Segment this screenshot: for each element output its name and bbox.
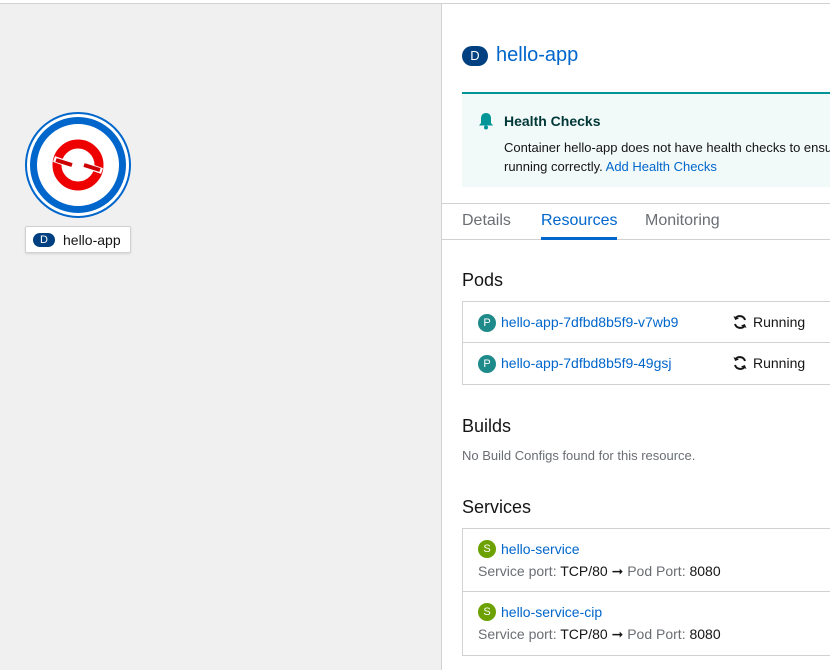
- arrow-right-icon: ➞: [611, 563, 624, 579]
- service-link[interactable]: hello-service-cip: [501, 604, 602, 620]
- tab-bar: Details Resources Monitoring: [442, 203, 830, 240]
- tab-resources[interactable]: Resources: [541, 212, 618, 240]
- services-title: Services: [462, 497, 532, 517]
- services-list: S hello-service Service port: TCP/80 ➞ P…: [462, 528, 830, 656]
- pod-status: Running: [753, 314, 806, 330]
- service-row: S hello-service Service port: TCP/80 ➞ P…: [463, 529, 830, 592]
- pod-port-label: Pod Port:: [627, 626, 686, 642]
- service-port-detail: Service port: TCP/80 ➞ Pod Port: 8080: [478, 563, 721, 580]
- deployment-badge: D: [462, 45, 488, 66]
- pod-status: Running: [753, 355, 806, 371]
- deployment-badge: D: [33, 232, 55, 247]
- sync-icon: [733, 315, 747, 329]
- pod-row: P hello-app-7dfbd8b5f9-49gsj Running: [463, 343, 830, 384]
- openshift-logo-icon: [52, 139, 104, 191]
- topology-canvas[interactable]: D hello-app: [0, 4, 441, 670]
- health-checks-alert: Health Checks Container hello-app does n…: [462, 92, 830, 187]
- pod-port-value: 8080: [689, 626, 721, 642]
- tab-details[interactable]: Details: [462, 212, 511, 240]
- service-row: S hello-service-cip Service port: TCP/80…: [463, 592, 830, 655]
- pod-row: P hello-app-7dfbd8b5f9-v7wb9 Running: [463, 302, 830, 343]
- service-port-value: TCP/80: [560, 626, 608, 642]
- service-link[interactable]: hello-service: [501, 541, 580, 557]
- service-port-detail: Service port: TCP/80 ➞ Pod Port: 8080: [478, 626, 721, 643]
- arrow-right-icon: ➞: [611, 626, 624, 642]
- alert-line-2-text: running correctly.: [504, 159, 603, 174]
- alert-body: Container hello-app does not have health…: [504, 138, 830, 176]
- alert-line-2: running correctly. Add Health Checks: [504, 157, 830, 176]
- builds-empty-text: No Build Configs found for this resource…: [462, 448, 696, 463]
- service-badge: S: [478, 603, 496, 621]
- bell-icon: [479, 113, 493, 130]
- pod-link[interactable]: hello-app-7dfbd8b5f9-49gsj: [501, 355, 671, 371]
- service-port-value: TCP/80: [560, 563, 608, 579]
- service-port-label: Service port:: [478, 626, 557, 642]
- deployment-node[interactable]: [25, 112, 131, 218]
- panel-title: D hello-app: [462, 44, 578, 67]
- pod-link[interactable]: hello-app-7dfbd8b5f9-v7wb9: [501, 314, 678, 330]
- pod-port-value: 8080: [689, 563, 721, 579]
- alert-title: Health Checks: [504, 113, 601, 129]
- tab-monitoring[interactable]: Monitoring: [645, 212, 720, 240]
- add-health-checks-link[interactable]: Add Health Checks: [606, 159, 717, 174]
- service-badge: S: [478, 540, 496, 558]
- alert-line-1: Container hello-app does not have health…: [504, 140, 830, 155]
- service-port-label: Service port:: [478, 563, 557, 579]
- node-name: hello-app: [63, 231, 121, 248]
- side-panel: D hello-app Health Checks Container hell…: [441, 4, 830, 670]
- sync-icon: [733, 356, 747, 370]
- node-label[interactable]: D hello-app: [25, 226, 131, 253]
- pod-port-label: Pod Port:: [627, 563, 686, 579]
- pod-badge: P: [478, 355, 496, 373]
- pods-list: P hello-app-7dfbd8b5f9-v7wb9 Running P h…: [462, 301, 830, 385]
- pods-title: Pods: [462, 270, 504, 290]
- builds-title: Builds: [462, 416, 512, 436]
- pod-badge: P: [478, 314, 496, 332]
- resource-name-link[interactable]: hello-app: [496, 44, 578, 67]
- node-ring: [30, 117, 126, 213]
